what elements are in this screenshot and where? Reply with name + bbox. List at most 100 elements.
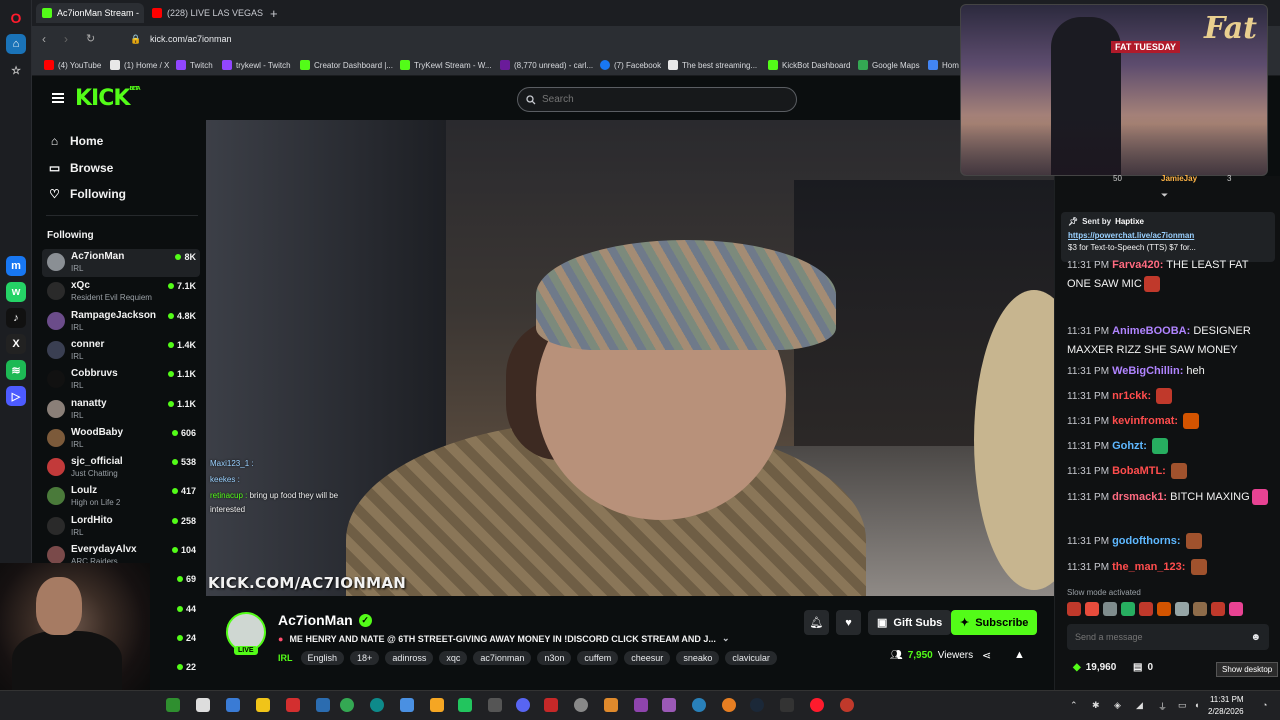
tag[interactable]: cheesur: [624, 651, 671, 665]
gift-points[interactable]: ▤ 0: [1133, 662, 1153, 673]
emote-icon[interactable]: [1175, 602, 1189, 616]
pinned-link[interactable]: https://powerchat.live/ac7ionman: [1068, 231, 1268, 240]
message-user[interactable]: kevinfromat:: [1112, 415, 1178, 427]
app-icon[interactable]: [286, 698, 300, 712]
app-icon[interactable]: [400, 698, 414, 712]
message-user[interactable]: AnimeBOOBA:: [1112, 325, 1190, 337]
chat-message[interactable]: 11:31 PM AnimeBOOBA: DESIGNER MAXXER RIZZ…: [1067, 322, 1275, 359]
chrome-icon[interactable]: [340, 698, 354, 712]
app-icon[interactable]: [166, 698, 180, 712]
bookmark-trykewl[interactable]: trykewl - Twitch: [222, 60, 291, 70]
nav-home[interactable]: ⌂ Home: [48, 134, 103, 148]
forward-icon[interactable]: ›: [64, 32, 68, 46]
following-channel[interactable]: WoodBaby IRL 606: [42, 425, 200, 453]
message-user[interactable]: BobaMTL:: [1112, 465, 1166, 477]
app-icon[interactable]: [662, 698, 676, 712]
edge-icon[interactable]: [370, 698, 384, 712]
menu-icon[interactable]: [52, 93, 64, 103]
emote-icon[interactable]: [1121, 602, 1135, 616]
tag[interactable]: ac7ionman: [473, 651, 532, 665]
message-user[interactable]: Gohzt:: [1112, 440, 1147, 452]
chat-message[interactable]: 11:31 PM kevinfromat:: [1067, 412, 1275, 431]
bookmark-kickbot[interactable]: KickBot Dashboard: [768, 60, 850, 70]
category-link[interactable]: IRL: [278, 653, 293, 663]
message-user[interactable]: drsmack1:: [1112, 491, 1167, 503]
tag[interactable]: adinross: [385, 651, 434, 665]
reload-icon[interactable]: ↻: [86, 32, 95, 45]
chat-message[interactable]: 11:31 PM godofthorns:: [1067, 532, 1275, 551]
taskbar-clock[interactable]: 11:31 PM 2/28/2026: [1208, 694, 1244, 718]
report-icon[interactable]: ▲: [1014, 649, 1025, 661]
following-channel[interactable]: xQc Resident Evil Requiem 7.1K: [42, 278, 200, 306]
message-user[interactable]: WeBigChillin:: [1112, 365, 1183, 377]
video-player[interactable]: Maxi123_1 : keekes : retinacup : bring u…: [206, 120, 1054, 596]
message-user[interactable]: the_man_123:: [1112, 561, 1185, 573]
search-box[interactable]: [517, 87, 797, 112]
following-channel[interactable]: LordHito IRL 258: [42, 513, 200, 541]
x-icon[interactable]: X: [6, 334, 26, 354]
bookmark-streaming[interactable]: The best streaming...: [668, 60, 757, 70]
tray-app-icon[interactable]: ◈: [1114, 700, 1121, 711]
chat-message[interactable]: 11:31 PM nr1ckk:: [1067, 387, 1275, 406]
discord-icon[interactable]: [516, 698, 530, 712]
nav-browse[interactable]: ▭ Browse: [48, 161, 114, 175]
emoji-picker-icon[interactable]: ☻: [1250, 632, 1261, 643]
speed-dial-icon[interactable]: ⌂: [6, 34, 26, 54]
bookmark-youtube[interactable]: (4) YouTube: [44, 60, 101, 70]
tiktok-icon[interactable]: ♪: [6, 308, 26, 328]
tag[interactable]: cuffem: [577, 651, 619, 665]
message-user[interactable]: godofthorns:: [1112, 535, 1180, 547]
following-channel[interactable]: Cobbruvs IRL 1.1K: [42, 366, 200, 394]
bookmark-google-maps[interactable]: Google Maps: [858, 60, 920, 70]
following-channel[interactable]: nanatty IRL 1.1K: [42, 396, 200, 424]
tag[interactable]: xqc: [439, 651, 468, 665]
file-explorer-icon[interactable]: [256, 698, 270, 712]
bookmark-trykewl-stream[interactable]: TryKewl Stream - W...: [400, 60, 492, 70]
channel-points[interactable]: ◆ 19,960: [1073, 662, 1116, 673]
tab-kick[interactable]: Ac7ionMan Stream - ×: [36, 3, 144, 23]
chat-input[interactable]: [1075, 632, 1251, 642]
channel-name[interactable]: Ac7ionMan: [278, 612, 353, 628]
tag[interactable]: sneako: [676, 651, 720, 665]
whatsapp-icon[interactable]: w: [6, 282, 26, 302]
app-icon[interactable]: [544, 698, 558, 712]
microphone-icon[interactable]: ⏚: [1158, 700, 1167, 713]
tray-app-icon[interactable]: ◢: [1136, 700, 1143, 711]
search-app-icon[interactable]: [196, 698, 210, 712]
following-channel[interactable]: Loulz High on Life 2 417: [42, 483, 200, 511]
kick-logo[interactable]: KICKBETA: [75, 86, 141, 111]
emote-icon[interactable]: [1103, 602, 1117, 616]
bookmark-home[interactable]: Hom: [928, 60, 959, 70]
app-icon[interactable]: [604, 698, 618, 712]
chat-input-box[interactable]: ☻: [1067, 624, 1269, 650]
spotify-icon[interactable]: ≋: [6, 360, 26, 380]
bookmark-facebook[interactable]: (7) Facebook: [600, 60, 661, 70]
notification-bell-button[interactable]: 🔔︎: [804, 610, 829, 635]
subscribe-button[interactable]: ✦ Subscribe: [951, 610, 1038, 635]
bluetooth-icon[interactable]: ✱: [1092, 700, 1100, 711]
back-icon[interactable]: ‹: [42, 32, 46, 46]
volume-icon[interactable]: ◖: [1194, 700, 1199, 710]
bookmark-x[interactable]: (1) Home / X: [110, 60, 169, 70]
chevron-down-icon[interactable]: ⏷: [1161, 190, 1168, 201]
app-icon[interactable]: [840, 698, 854, 712]
bookmarks-star-icon[interactable]: ☆: [6, 60, 26, 80]
chat-message[interactable]: 11:31 PM BobaMTL:: [1067, 462, 1275, 481]
tag[interactable]: clavicular: [725, 651, 777, 665]
picture-in-picture[interactable]: FAT TUESDAY Fat: [960, 4, 1268, 176]
app-icon[interactable]: [488, 698, 502, 712]
nav-following[interactable]: ♡ Following: [48, 187, 126, 201]
epic-icon[interactable]: [780, 698, 794, 712]
emote-icon[interactable]: [1157, 602, 1171, 616]
follow-button[interactable]: ♥: [836, 610, 861, 635]
message-user[interactable]: Farva420:: [1112, 259, 1163, 271]
chevron-down-icon[interactable]: ⌄: [722, 633, 730, 644]
following-channel[interactable]: conner IRL 1.4K: [42, 337, 200, 365]
opera-logo-icon[interactable]: O: [6, 8, 26, 28]
new-tab-button[interactable]: +: [264, 3, 280, 23]
chat-message[interactable]: 11:31 PM the_man_123:: [1067, 558, 1275, 577]
notification-bell-icon[interactable]: ◔: [1262, 700, 1267, 710]
chat-message[interactable]: 11:31 PM drsmack1: BITCH MAXING: [1067, 488, 1275, 507]
network-icon[interactable]: ▭: [1178, 700, 1187, 711]
chat-message[interactable]: 11:31 PM Gohzt:: [1067, 437, 1275, 456]
